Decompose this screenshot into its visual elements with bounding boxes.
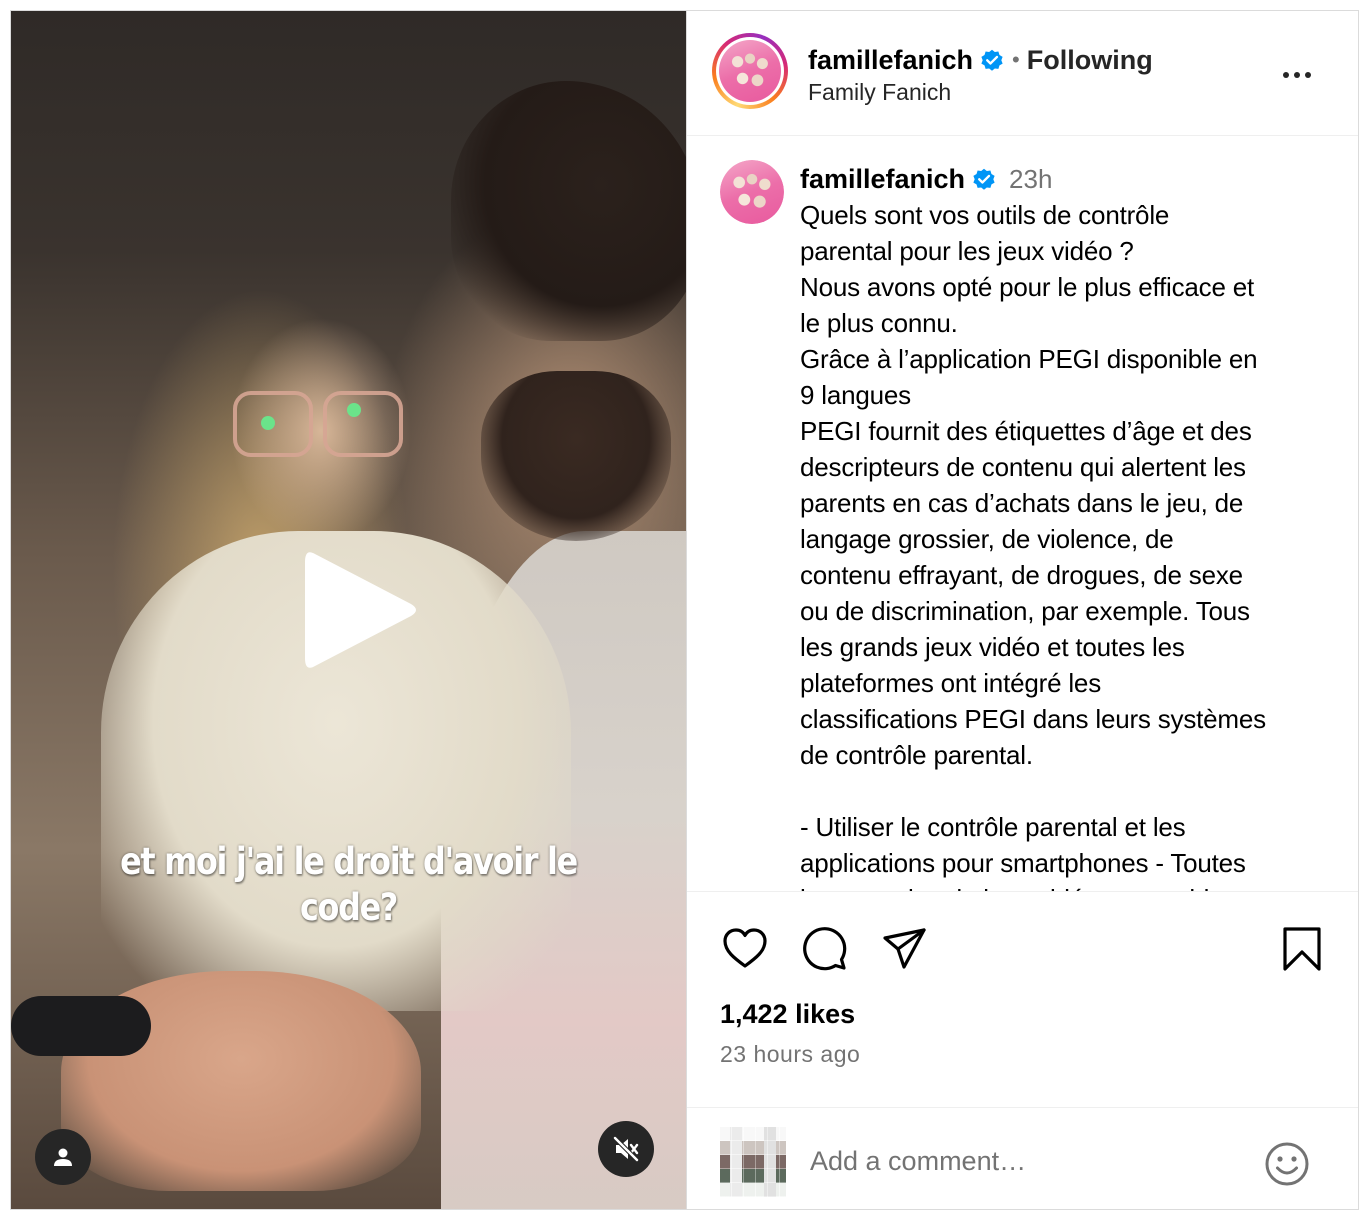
header-display-name: Family Fanich (808, 79, 952, 105)
avatar (719, 40, 781, 102)
video-figure-beard (481, 371, 671, 541)
post-username-link[interactable]: famillefanich (800, 164, 965, 195)
video-glasses-right (323, 391, 403, 457)
muted-speaker-icon (613, 1136, 639, 1162)
post-actions: 1,422 likes 23 hours ago (687, 891, 1358, 1209)
share-icon[interactable] (880, 924, 930, 974)
comments-scroll-area[interactable]: famillefanich 23h Quels sont vos outils … (687, 137, 1358, 891)
current-user-avatar (720, 1127, 786, 1197)
video-controller (11, 996, 151, 1056)
video-subtitle-line2: code? (299, 886, 398, 929)
tagged-users-button[interactable] (35, 1129, 91, 1185)
comment-icon[interactable] (800, 924, 850, 974)
post-header: famillefanich • Following Family Fanich (687, 11, 1358, 136)
post-caption: Quels sont vos outils de contrôle parent… (800, 200, 1266, 891)
emoji-icon[interactable] (1263, 1140, 1311, 1188)
play-button[interactable] (293, 540, 423, 680)
more-options-icon (1294, 72, 1300, 78)
bookmark-icon[interactable] (1277, 924, 1327, 974)
header-username-link[interactable]: famillefanich (808, 45, 973, 76)
header-separator: • (1012, 47, 1020, 72)
following-button[interactable]: Following (1027, 45, 1153, 76)
header-title-row: famillefanich • Following (808, 42, 1153, 78)
verified-badge-icon (981, 49, 1003, 71)
video-dot (347, 403, 361, 417)
post-dialog: et moi j'ai le droit d'avoir le code? fa… (10, 10, 1359, 1210)
more-options-icon (1283, 72, 1289, 78)
post-relative-time[interactable]: 23h (1009, 164, 1052, 195)
post-author-avatar[interactable] (720, 160, 784, 224)
post-timestamp[interactable]: 23 hours ago (720, 1041, 860, 1068)
video-subtitle-line1: et moi j'ai le droit d'avoir le (120, 840, 578, 883)
mute-toggle-button[interactable] (598, 1121, 654, 1177)
video-subtitle: et moi j'ai le droit d'avoir le code? (110, 839, 587, 931)
video-figure-hair (451, 81, 686, 341)
post-sidebar: famillefanich • Following Family Fanich … (686, 11, 1358, 1209)
comment-composer (687, 1107, 1358, 1209)
avatar (720, 160, 784, 224)
heart-icon[interactable] (720, 924, 770, 974)
comment-input[interactable] (810, 1138, 1250, 1184)
video-dot (261, 416, 275, 430)
more-options-button[interactable] (1283, 67, 1319, 83)
likes-count[interactable]: 1,422 likes (720, 999, 855, 1030)
video-player[interactable]: et moi j'ai le droit d'avoir le code? (11, 11, 686, 1209)
story-ring-avatar[interactable] (712, 33, 788, 109)
user-tag-icon (54, 1148, 72, 1166)
post-author-row: famillefanich 23h (800, 161, 1052, 197)
play-icon (305, 552, 416, 668)
verified-badge-icon (973, 168, 995, 190)
more-options-icon (1305, 72, 1311, 78)
